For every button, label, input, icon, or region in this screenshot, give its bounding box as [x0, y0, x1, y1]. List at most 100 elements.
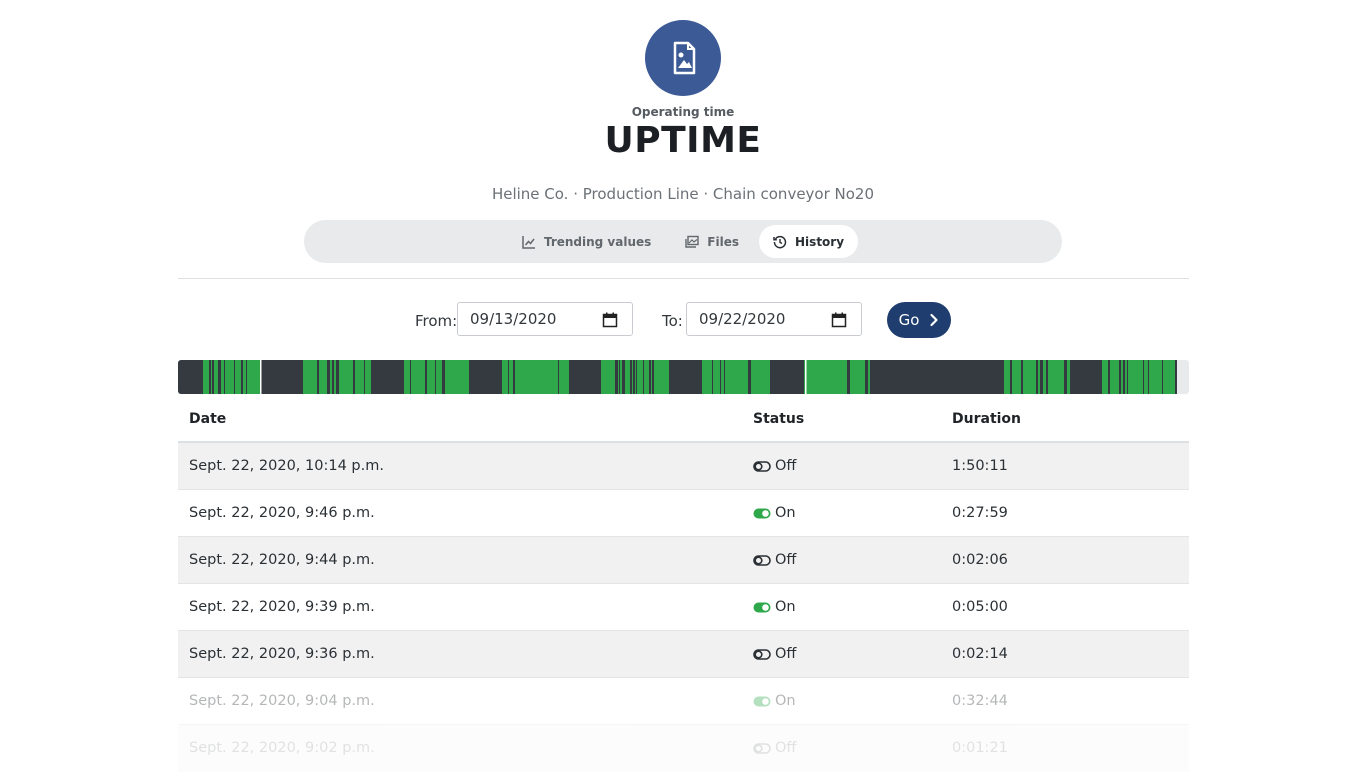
- timeline-on-segment: [804, 360, 865, 394]
- go-button-label: Go: [898, 311, 920, 329]
- cell-date: Sept. 22, 2020, 9:44 p.m.: [189, 552, 375, 568]
- tab-trending-values[interactable]: Trending values: [508, 225, 665, 258]
- to-label: To:: [662, 312, 683, 330]
- calendar-icon[interactable]: [602, 312, 618, 328]
- date-filter-bar: From: 09/13/2020 To: 09/22/2020 Go: [0, 302, 1366, 338]
- images-icon: [685, 235, 699, 248]
- cell-duration: 0:32:44: [952, 693, 1008, 709]
- timeline-off-segment: [218, 360, 221, 394]
- timeline-off-segment: [1036, 360, 1038, 394]
- cell-date: Sept. 22, 2020, 9:39 p.m.: [189, 599, 375, 615]
- table-row: Sept. 22, 2020, 9:02 p.m. Off 0:01:21: [178, 725, 1189, 772]
- timeline-off-segment: [327, 360, 330, 394]
- timeline-off-segment: [1148, 360, 1149, 394]
- cell-duration: 0:01:21: [952, 740, 1008, 756]
- toggle-on-icon: [753, 602, 771, 612]
- timeline-off-segment: [224, 360, 225, 394]
- timeline-off-segment: [720, 360, 721, 394]
- tab-files[interactable]: Files: [671, 225, 753, 258]
- status-text: Off: [775, 646, 797, 662]
- cell-date: Sept. 22, 2020, 9:04 p.m.: [189, 693, 375, 709]
- tab-label: History: [795, 234, 845, 249]
- from-date-input[interactable]: 09/13/2020: [457, 302, 633, 336]
- toggle-off-icon: [753, 742, 771, 754]
- toggle-on-icon: [753, 696, 771, 706]
- go-button[interactable]: Go: [887, 302, 951, 338]
- timeline-off-segment: [636, 360, 637, 394]
- cell-status: On: [742, 505, 941, 521]
- status-text: Off: [775, 740, 797, 756]
- cell-date: Sept. 22, 2020, 9:02 p.m.: [189, 740, 375, 756]
- cell-duration: 1:50:11: [952, 458, 1008, 474]
- timeline-off-segment: [630, 360, 632, 394]
- toggle-off-icon: [753, 648, 771, 660]
- timeline-off-segment: [212, 360, 214, 394]
- timeline-off-segment: [442, 360, 445, 394]
- timeline-off-segment: [234, 360, 235, 394]
- cell-status: Off: [742, 740, 941, 756]
- timeline-on-segment: [404, 360, 469, 394]
- timeline-off-segment: [317, 360, 319, 394]
- tab-bar: Trending values Files History: [304, 220, 1062, 263]
- timeline-off-segment: [724, 360, 725, 394]
- timeline-off-segment: [1119, 360, 1121, 394]
- tab-history[interactable]: History: [759, 225, 859, 258]
- timeline-off-segment: [643, 360, 644, 394]
- toggle-off-icon: [753, 554, 771, 566]
- breadcrumb: Heline Co. · Production Line · Chain con…: [491, 185, 875, 203]
- uptime-timeline: [178, 360, 1189, 394]
- timeline-off-segment: [513, 360, 515, 394]
- header-duration: Duration: [952, 410, 1022, 427]
- tab-label: Trending values: [543, 234, 652, 249]
- status-text: On: [775, 505, 796, 521]
- timeline-off-segment: [652, 360, 654, 394]
- table-header: Date Status Duration: [178, 396, 1189, 443]
- timeline-off-segment: [1046, 360, 1048, 394]
- timeline-off-segment: [425, 360, 427, 394]
- timeline-off-segment: [712, 360, 713, 394]
- timeline-gap: [805, 360, 807, 394]
- status-text: Off: [775, 552, 797, 568]
- timeline-on-segment: [203, 360, 260, 394]
- timeline-on-segment: [868, 360, 870, 394]
- timeline-off-segment: [1123, 360, 1125, 394]
- timeline-off-segment: [435, 360, 436, 394]
- timeline-gap: [260, 360, 262, 394]
- tab-label: Files: [707, 234, 740, 249]
- timeline-on-segment: [1102, 360, 1175, 394]
- timeline-off-segment: [847, 360, 850, 394]
- timeline-off-segment: [508, 360, 509, 394]
- table-row: Sept. 22, 2020, 9:44 p.m. Off 0:02:06: [178, 537, 1189, 584]
- section-divider: [178, 278, 1189, 279]
- cell-date: Sept. 22, 2020, 10:14 p.m.: [189, 458, 384, 474]
- timeline-off-segment: [633, 360, 635, 394]
- chart-line-icon: [522, 235, 535, 249]
- status-text: On: [775, 599, 796, 615]
- timeline-off-segment: [1064, 360, 1067, 394]
- timeline-off-segment: [246, 360, 247, 394]
- timeline-off-segment: [1040, 360, 1043, 394]
- toggle-on-icon: [753, 508, 771, 518]
- page-subtitle: Operating time: [631, 105, 735, 119]
- history-table: Date Status Duration Sept. 22, 2020, 10:…: [178, 396, 1189, 772]
- table-row: Sept. 22, 2020, 9:36 p.m. Off 0:02:14: [178, 631, 1189, 678]
- header-status: Status: [753, 410, 805, 427]
- cell-status: Off: [742, 552, 941, 568]
- timeline-off-segment: [1162, 360, 1163, 394]
- timeline-off-segment: [649, 360, 651, 394]
- timeline-off-segment: [622, 360, 625, 394]
- from-date-value: 09/13/2020: [470, 310, 557, 328]
- timeline-off-segment: [241, 360, 243, 394]
- timeline-off-segment: [558, 360, 559, 394]
- cell-duration: 0:02:14: [952, 646, 1008, 662]
- table-row: Sept. 22, 2020, 9:39 p.m. On 0:05:00: [178, 584, 1189, 631]
- timeline-off-segment: [1143, 360, 1144, 394]
- timeline-off-segment: [364, 360, 365, 394]
- cell-duration: 0:05:00: [952, 599, 1008, 615]
- to-date-input[interactable]: 09/22/2020: [686, 302, 862, 336]
- calendar-icon[interactable]: [831, 312, 847, 328]
- status-text: Off: [775, 458, 797, 474]
- timeline-off-segment: [353, 360, 355, 394]
- table-row: Sept. 22, 2020, 9:04 p.m. On 0:32:44: [178, 678, 1189, 725]
- table-row: Sept. 22, 2020, 10:14 p.m. Off 1:50:11: [178, 443, 1189, 490]
